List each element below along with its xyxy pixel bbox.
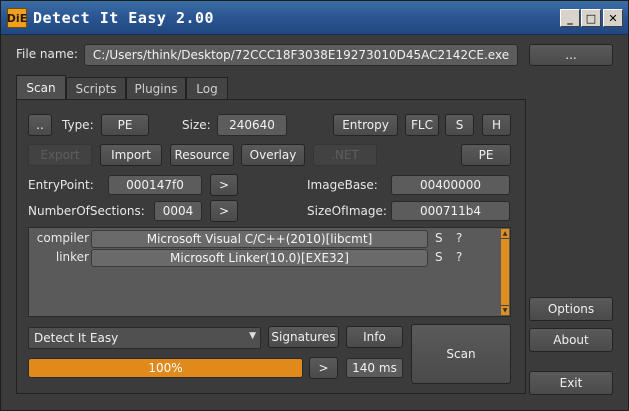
- result-name[interactable]: Microsoft Visual C/C++(2010)[libcmt]: [91, 230, 428, 248]
- main-window: DiE Detect It Easy 2.00 _ □ ✕ File name:…: [0, 0, 629, 411]
- resource-button[interactable]: Resource: [170, 144, 234, 166]
- progress-text: 100%: [148, 361, 183, 375]
- pe-button[interactable]: PE: [461, 144, 511, 166]
- chevron-down-icon[interactable]: ▼: [249, 331, 256, 341]
- result-type: linker: [55, 250, 89, 264]
- browse-button[interactable]: ...: [529, 44, 613, 66]
- options-button[interactable]: Options: [529, 297, 613, 321]
- tab-scan[interactable]: Scan: [16, 75, 66, 100]
- type-value-button[interactable]: PE: [101, 114, 149, 136]
- entropy-button[interactable]: Entropy: [333, 114, 398, 136]
- scan-progress-bar: 100%: [28, 358, 303, 378]
- signatures-button[interactable]: Signatures: [268, 326, 339, 348]
- results-scrollbar[interactable]: ▲ ▼: [501, 229, 509, 315]
- s-button[interactable]: S: [445, 114, 474, 136]
- imagebase-value: 00400000: [391, 175, 510, 195]
- title-bar[interactable]: DiE Detect It Easy 2.00 _ □ ✕: [1, 1, 628, 35]
- app-logo-icon: DiE: [7, 8, 27, 28]
- h-button[interactable]: H: [482, 114, 511, 136]
- tab-log[interactable]: Log: [186, 77, 228, 99]
- close-button[interactable]: ✕: [603, 9, 623, 27]
- net-button[interactable]: .NET: [313, 144, 377, 166]
- engine-select-value: Detect It Easy: [34, 331, 119, 345]
- maximize-button[interactable]: □: [581, 9, 601, 27]
- file-name-label: File name:: [16, 47, 78, 61]
- flc-button[interactable]: FLC: [405, 114, 439, 136]
- menu-dots-button[interactable]: ..: [28, 114, 52, 136]
- result-name[interactable]: Microsoft Linker(10.0)[EXE32]: [91, 249, 428, 267]
- engine-select[interactable]: Detect It Easy ▼: [28, 327, 261, 349]
- scroll-up-arrow-icon[interactable]: ▲: [501, 229, 509, 238]
- minimize-button[interactable]: _: [560, 9, 580, 27]
- size-value: 240640: [217, 114, 287, 136]
- tab-scripts[interactable]: Scripts: [66, 77, 126, 99]
- sizeofimage-label: SizeOfImage:: [307, 204, 387, 218]
- entrypoint-value: 000147f0: [108, 175, 202, 195]
- scroll-down-arrow-icon[interactable]: ▼: [501, 306, 509, 315]
- numsections-label: NumberOfSections:: [28, 204, 145, 218]
- exit-button[interactable]: Exit: [529, 371, 613, 395]
- window-title: Detect It Easy 2.00: [33, 9, 215, 27]
- info-button[interactable]: Info: [346, 326, 403, 348]
- result-row[interactable]: compiler Microsoft Visual C/C++(2010)[li…: [29, 230, 510, 248]
- numsections-go-button[interactable]: >: [210, 200, 238, 222]
- elapsed-time: 140 ms: [346, 358, 403, 378]
- result-type: compiler: [36, 231, 89, 245]
- next-button[interactable]: >: [309, 357, 338, 379]
- numsections-value: 0004: [154, 201, 202, 221]
- result-row[interactable]: linker Microsoft Linker(10.0)[EXE32] S ?: [29, 249, 510, 267]
- export-button[interactable]: Export: [28, 144, 92, 166]
- entrypoint-label: EntryPoint:: [28, 178, 94, 192]
- tab-plugins[interactable]: Plugins: [126, 77, 186, 99]
- import-button[interactable]: Import: [100, 144, 162, 166]
- scrollbar-thumb[interactable]: [501, 239, 509, 305]
- sizeofimage-value: 000711b4: [391, 201, 510, 221]
- size-label: Size:: [182, 118, 211, 132]
- result-info-link[interactable]: ?: [456, 250, 462, 264]
- detection-results-list[interactable]: compiler Microsoft Visual C/C++(2010)[li…: [28, 227, 511, 317]
- imagebase-label: ImageBase:: [307, 178, 378, 192]
- result-signature-link[interactable]: S: [435, 231, 443, 245]
- entrypoint-go-button[interactable]: >: [210, 174, 238, 196]
- scan-button[interactable]: Scan: [411, 324, 511, 384]
- result-signature-link[interactable]: S: [435, 250, 443, 264]
- result-info-link[interactable]: ?: [456, 231, 462, 245]
- file-path-field[interactable]: C:/Users/think/Desktop/72CCC18F3038E1927…: [84, 44, 518, 66]
- overlay-button[interactable]: Overlay: [241, 144, 305, 166]
- about-button[interactable]: About: [529, 328, 613, 352]
- type-label: Type:: [62, 118, 94, 132]
